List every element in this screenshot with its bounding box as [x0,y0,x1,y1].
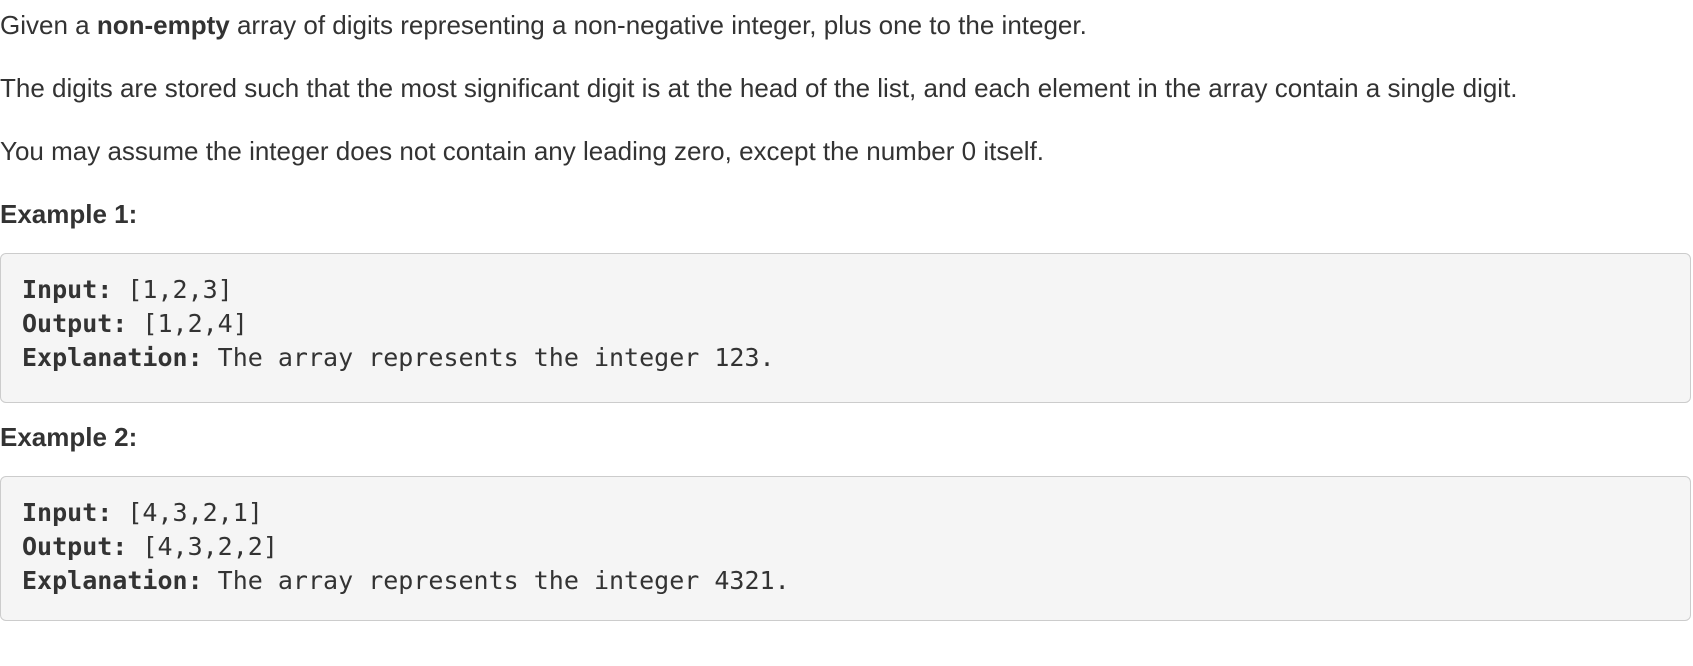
example-1-explanation-label: Explanation: [22,343,203,372]
example-1-output-label: Output: [22,309,128,338]
example-2-input-line: Input: [4,3,2,1] [22,496,263,530]
example-1-input-value: [1,2,3] [112,275,233,304]
intro-p1-before: Given a [0,10,97,40]
intro-paragraph-2: The digits are stored such that the most… [0,73,1518,103]
intro-paragraph-3: You may assume the integer does not cont… [0,136,1045,166]
example-1-code-block: Input: [1,2,3] Output: [1,2,4] Explanati… [0,253,1691,403]
example-2-output-value: [4,3,2,2] [127,532,278,561]
example-2-output-line: Output: [4,3,2,2] [22,530,278,564]
intro-p1-bold: non-empty [96,10,230,40]
example-1-input-line: Input: [1,2,3] [22,273,233,307]
example-2-input-label: Input: [22,498,113,527]
example-2-code-block: Input: [4,3,2,1] Output: [4,3,2,2] Expla… [0,476,1691,621]
example-2-heading: Example 2: [0,422,138,452]
intro-p1-after: array of digits representing a non-negat… [229,10,1087,40]
example-2-output-label: Output: [22,532,128,561]
example-1-input-label: Input: [22,275,113,304]
example-1-explanation-line: Explanation: The array represents the in… [22,341,775,375]
example-1-heading: Example 1: [0,199,138,229]
example-1-output-line: Output: [1,2,4] [22,307,248,341]
example-1-explanation-value: The array represents the integer 123. [202,343,775,372]
example-2-explanation-value: The array represents the integer 4321. [202,566,790,595]
intro-paragraph-1: Given a non-empty array of digits repres… [0,8,1087,42]
example-2-explanation-label: Explanation: [22,566,203,595]
example-2-explanation-line: Explanation: The array represents the in… [22,564,790,598]
example-2-input-value: [4,3,2,1] [112,498,263,527]
example-1-output-value: [1,2,4] [127,309,248,338]
